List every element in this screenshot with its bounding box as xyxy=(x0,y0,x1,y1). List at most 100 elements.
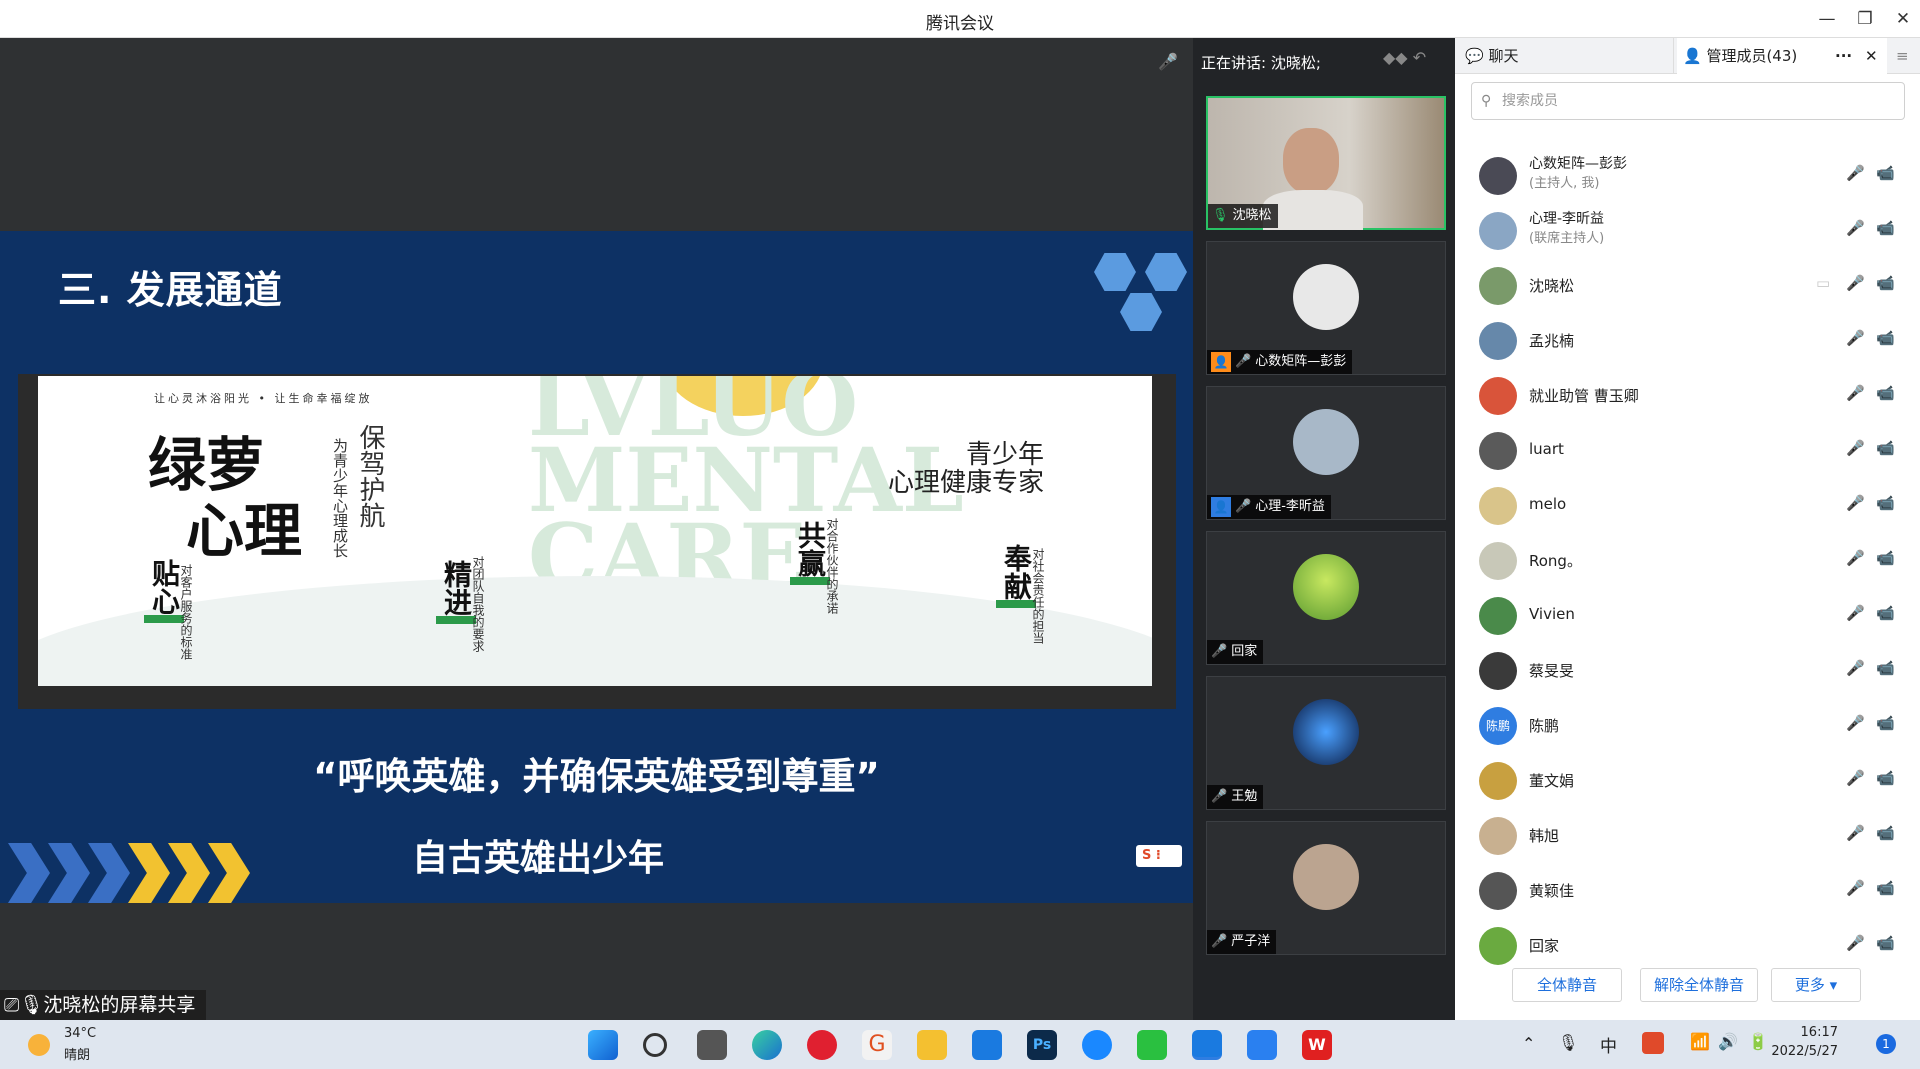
wifi-icon[interactable]: 📶 xyxy=(1690,1032,1710,1051)
member-name: 心数矩阵—彭彭 (主持人, 我) xyxy=(1529,155,1627,193)
camera-off-icon[interactable]: 📹 xyxy=(1876,549,1895,567)
mic-off-icon[interactable]: 🎤 xyxy=(1846,439,1865,457)
tencent-meeting-active-icon[interactable] xyxy=(1192,1030,1222,1060)
mic-off-icon[interactable]: 🎤 xyxy=(1846,494,1865,512)
member-row[interactable]: luart 🎤 📹 xyxy=(1455,422,1920,477)
menu-icon[interactable]: ≡ xyxy=(1896,38,1909,74)
member-row[interactable]: 黄颖佳 🎤 📹 xyxy=(1455,862,1920,917)
task-view-icon[interactable] xyxy=(697,1030,727,1060)
tab-chat[interactable]: 💬 聊天 xyxy=(1465,38,1518,74)
mic-off-icon[interactable]: 🎤 xyxy=(1846,384,1865,402)
mic-off-icon[interactable]: 🎤 xyxy=(1846,659,1865,677)
camera-on-icon[interactable]: 📹 xyxy=(1876,274,1895,292)
mic-off-icon[interactable]: 🎤 xyxy=(1846,769,1865,787)
camera-off-icon[interactable]: 📹 xyxy=(1876,384,1895,402)
mute-all-button[interactable]: 全体静音 xyxy=(1512,968,1622,1002)
feishu-icon[interactable] xyxy=(1247,1030,1277,1060)
title-bar: 腾讯会议 — ❐ ✕ xyxy=(0,0,1920,38)
browser-icon[interactable]: G xyxy=(862,1030,892,1060)
sogou-tray-icon[interactable] xyxy=(1642,1032,1664,1054)
sogou-ime-icon[interactable]: S ⁝ xyxy=(1136,845,1182,867)
camera-off-icon[interactable]: 📹 xyxy=(1876,164,1895,182)
more-options-icon[interactable]: ··· xyxy=(1835,38,1852,74)
tencent-meeting-icon[interactable] xyxy=(972,1030,1002,1060)
camera-off-icon[interactable]: 📹 xyxy=(1876,219,1895,237)
close-button[interactable]: ✕ xyxy=(1888,6,1918,32)
member-row[interactable]: Vivien 🎤 📹 xyxy=(1455,587,1920,642)
member-row[interactable]: 陈鹏 陈鹏 🎤 📹 xyxy=(1455,697,1920,752)
mic-off-icon[interactable]: 🎤 xyxy=(1846,934,1865,952)
member-row[interactable]: 沈晓松 ▭ 🎤 📹 xyxy=(1455,257,1920,312)
battery-icon[interactable]: 🔋 xyxy=(1748,1032,1768,1051)
avatar xyxy=(1479,157,1517,195)
camera-off-icon[interactable]: 📹 xyxy=(1876,659,1895,677)
video-label: 🎙 沈晓松 xyxy=(1208,204,1278,228)
video-tile[interactable]: 🎤 王勉 xyxy=(1206,676,1446,810)
member-row[interactable]: 心数矩阵—彭彭 (主持人, 我) 🎤 📹 xyxy=(1455,147,1920,202)
file-explorer-icon[interactable] xyxy=(917,1030,947,1060)
mic-on-icon[interactable]: 🎤 xyxy=(1846,329,1865,347)
mic-off-icon[interactable]: 🎤 xyxy=(1846,714,1865,732)
mic-off-icon[interactable]: 🎤 xyxy=(1846,549,1865,567)
mic-off-icon: 🎤 xyxy=(1211,789,1228,804)
member-role: (联席主持人) xyxy=(1529,231,1605,246)
member-row[interactable]: Rong。 🎤 📹 xyxy=(1455,532,1920,587)
more-button[interactable]: 更多 ▾ xyxy=(1771,968,1861,1002)
member-row[interactable]: 孟兆楠 🎤 📹 xyxy=(1455,312,1920,367)
member-name: Vivien xyxy=(1529,605,1575,623)
maximize-button[interactable]: ❐ xyxy=(1850,6,1880,32)
notification-badge[interactable]: 1 xyxy=(1876,1034,1896,1054)
camera-off-icon[interactable]: 📹 xyxy=(1876,879,1895,897)
camera-off-icon[interactable]: 📹 xyxy=(1876,604,1895,622)
camera-off-icon[interactable]: 📹 xyxy=(1876,439,1895,457)
member-row[interactable]: melo 🎤 📹 xyxy=(1455,477,1920,532)
mic-off-icon[interactable]: 🎤 xyxy=(1846,604,1865,622)
photoshop-icon[interactable]: Ps xyxy=(1027,1030,1057,1060)
member-row[interactable]: 蔡旻旻 🎤 📹 xyxy=(1455,642,1920,697)
tray-chevron-icon[interactable]: ⌃ xyxy=(1522,1034,1535,1053)
member-row[interactable]: 心理-李昕益 (联席主持人) 🎤 📹 xyxy=(1455,202,1920,257)
mic-off-icon[interactable]: 🎤 xyxy=(1846,879,1865,897)
start-icon[interactable] xyxy=(588,1030,618,1060)
netease-music-icon[interactable] xyxy=(807,1030,837,1060)
wps-icon[interactable]: W xyxy=(1302,1030,1332,1060)
qq-browser-icon[interactable] xyxy=(1082,1030,1112,1060)
mic-off-icon[interactable]: 🎤 xyxy=(1846,219,1865,237)
camera-off-icon[interactable]: 📹 xyxy=(1876,824,1895,842)
video-tile[interactable]: 🎤 严子洋 xyxy=(1206,821,1446,955)
member-row[interactable]: 就业助管 曹玉卿 🎤 📹 xyxy=(1455,367,1920,422)
tray-mic-icon[interactable]: 🎙 xyxy=(1558,1033,1578,1052)
member-panel: 💬 聊天 👤 管理成员(43) ··· ✕ ≡ ⚲ 搜索成员 心数矩阵—彭彭 (主… xyxy=(1455,38,1920,1020)
tab-members[interactable]: 👤 管理成员(43) xyxy=(1677,38,1887,74)
minimize-button[interactable]: — xyxy=(1812,6,1842,32)
video-label: 🎤 王勉 xyxy=(1207,785,1264,809)
search-taskbar-icon[interactable] xyxy=(643,1033,667,1057)
clock-time[interactable]: 16:17 xyxy=(1778,1025,1838,1040)
member-row[interactable]: 韩旭 🎤 📹 xyxy=(1455,807,1920,862)
mic-off-icon[interactable]: 🎤 xyxy=(1846,824,1865,842)
close-panel-icon[interactable]: ✕ xyxy=(1865,38,1878,74)
camera-off-icon[interactable]: 📹 xyxy=(1876,769,1895,787)
search-input[interactable]: ⚲ 搜索成员 xyxy=(1471,82,1905,120)
camera-off-icon[interactable]: 📹 xyxy=(1876,934,1895,952)
collapse-icon[interactable]: ◆◆ ↶ xyxy=(1383,48,1426,67)
volume-icon[interactable]: 🔊 xyxy=(1718,1032,1738,1051)
mic-off-icon[interactable]: 🎤 xyxy=(1846,164,1865,182)
edge-icon[interactable] xyxy=(752,1030,782,1060)
video-tile[interactable]: 🎙 沈晓松 xyxy=(1206,96,1446,230)
mic-off-icon[interactable]: 🎤 xyxy=(1158,52,1182,76)
camera-off-icon[interactable]: 📹 xyxy=(1876,714,1895,732)
camera-off-icon[interactable]: 📹 xyxy=(1876,494,1895,512)
camera-off-icon[interactable]: 📹 xyxy=(1876,329,1895,347)
video-tile[interactable]: 🎤 回家 xyxy=(1206,531,1446,665)
video-tile[interactable]: 👤 🎤 心理-李昕益 xyxy=(1206,386,1446,520)
unmute-all-button[interactable]: 解除全体静音 xyxy=(1640,968,1758,1002)
video-tile[interactable]: 👤 🎤 心数矩阵—彭彭 xyxy=(1206,241,1446,375)
mic-on-icon[interactable]: 🎤 xyxy=(1846,274,1865,292)
ime-indicator[interactable]: 中 xyxy=(1600,1032,1617,1057)
clock-date[interactable]: 2022/5/27 xyxy=(1768,1044,1838,1059)
member-row[interactable]: 董文娟 🎤 📹 xyxy=(1455,752,1920,807)
wechat-icon[interactable] xyxy=(1137,1030,1167,1060)
weather-icon[interactable] xyxy=(28,1034,50,1056)
member-row[interactable]: 回家 🎤 📹 xyxy=(1455,917,1920,972)
